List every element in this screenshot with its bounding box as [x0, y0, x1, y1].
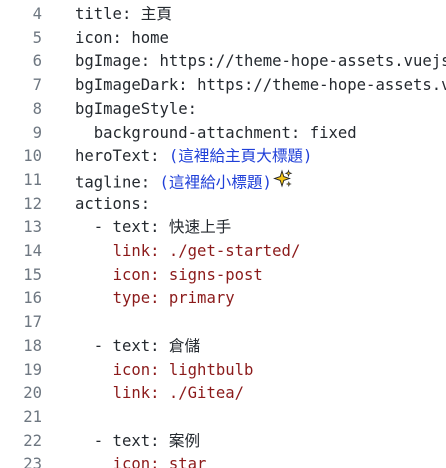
line-number: 4: [32, 5, 42, 23]
line-number: 10: [23, 147, 42, 166]
code-line[interactable]: 14 link: ./get-started/: [0, 240, 446, 264]
yaml-key: - text:: [93, 431, 169, 450]
line-number: 18: [23, 336, 42, 355]
yaml-key: heroText:: [75, 147, 169, 166]
yaml-placeholder-value: (這裡給小標題): [159, 173, 272, 192]
yaml-key: icon:: [75, 28, 132, 47]
code-text: type: primary: [75, 287, 235, 311]
yaml-nested-entry: link: ./Gitea/: [112, 384, 244, 403]
code-text: - text: 案例: [75, 430, 200, 454]
code-line[interactable]: 13 - text: 快速上手: [0, 216, 446, 240]
code-line[interactable]: 6 bgImage: https://theme-hope-assets.vuej…: [0, 50, 446, 74]
yaml-value: 主頁: [140, 5, 172, 23]
code-text: icon: star: [75, 453, 207, 468]
code-line[interactable]: 18 - text: 倉儲: [0, 335, 446, 359]
line-number: 6: [32, 52, 42, 71]
yaml-value: home: [131, 28, 169, 47]
code-text: tagline: (這裡給小標題): [75, 169, 293, 193]
line-number: 14: [23, 242, 42, 260]
code-line[interactable]: 22 - text: 案例: [0, 430, 446, 454]
line-number: 16: [23, 289, 42, 308]
line-number: 11: [23, 170, 42, 189]
line-number: 22: [23, 431, 42, 450]
code-text: bgImage: https://theme-hope-assets.vuejs…: [75, 50, 446, 74]
yaml-value: https://theme-hope-assets.vuejs.press: [159, 52, 446, 71]
code-text: icon: home: [75, 27, 169, 51]
code-text: actions:: [75, 193, 150, 217]
line-number: 21: [23, 407, 42, 426]
yaml-key: bgImageDark:: [75, 76, 198, 95]
line-number: 8: [32, 99, 42, 118]
code-line[interactable]: 16 type: primary: [0, 287, 446, 311]
code-text: bgImageStyle:: [75, 98, 197, 122]
code-line[interactable]: 21: [0, 406, 446, 430]
line-number: 20: [23, 384, 42, 403]
yaml-key: - text:: [93, 218, 169, 237]
line-number: 9: [32, 123, 42, 142]
code-text: bgImageDark: https://theme-hope-assets.v…: [75, 74, 446, 98]
yaml-placeholder-value: (這裡給主頁大標題): [168, 147, 313, 166]
code-line[interactable]: 23 icon: star: [0, 453, 446, 468]
yaml-nested-entry: type: primary: [112, 289, 235, 308]
code-line[interactable]: 12 actions:: [0, 193, 446, 217]
line-number: 12: [23, 194, 42, 213]
yaml-key: bgImage:: [75, 52, 160, 71]
yaml-value: https://theme-hope-assets.vuejs.press: [197, 76, 446, 95]
line-number: 5: [32, 28, 42, 47]
code-line[interactable]: 10 heroText: (這裡給主頁大標題): [0, 145, 446, 169]
code-line[interactable]: 17: [0, 311, 446, 335]
yaml-key: - text:: [93, 336, 169, 355]
code-line[interactable]: 8 bgImageStyle:: [0, 98, 446, 122]
code-text: icon: lightbulb: [75, 359, 254, 383]
yaml-value: fixed: [309, 123, 357, 142]
code-line[interactable]: 20 link: ./Gitea/: [0, 382, 446, 406]
code-text: title: 主頁: [75, 3, 172, 27]
code-text: heroText: (這裡給主頁大標題): [75, 145, 312, 169]
line-number: 17: [23, 313, 42, 332]
yaml-nested-entry: icon: signs-post: [112, 265, 263, 284]
line-number: 19: [23, 360, 42, 379]
code-line[interactable]: 15 icon: signs-post: [0, 264, 446, 288]
code-text: link: ./Gitea/: [75, 382, 244, 406]
yaml-nested-entry: icon: lightbulb: [112, 360, 254, 379]
code-text: background-attachment: fixed: [75, 122, 357, 146]
yaml-key: tagline:: [75, 173, 160, 192]
code-line[interactable]: 5 icon: home: [0, 27, 446, 51]
yaml-value: 快速上手: [168, 218, 232, 237]
yaml-nested-entry: link: ./get-started/: [112, 242, 301, 260]
line-number: 23: [23, 455, 42, 468]
line-number: 15: [23, 265, 42, 284]
code-line[interactable]: 11 tagline: (這裡給小標題): [0, 169, 446, 193]
yaml-key: bgImageStyle:: [75, 99, 198, 118]
code-editor[interactable]: 4 title: 主頁 5 icon: home 6 bgImage: https://t…: [0, 0, 446, 468]
yaml-nested-entry: icon: star: [112, 455, 207, 468]
sparkles-icon: [272, 169, 293, 193]
yaml-value: 倉儲: [168, 336, 201, 355]
code-text: - text: 倉儲: [75, 335, 200, 359]
yaml-key: actions:: [75, 194, 151, 213]
code-line[interactable]: 9 background-attachment: fixed: [0, 122, 446, 146]
line-number: 7: [32, 76, 42, 95]
line-number: 13: [23, 218, 42, 237]
code-text: icon: signs-post: [75, 264, 263, 288]
code-line[interactable]: 4 title: 主頁: [0, 3, 446, 27]
yaml-key: title:: [75, 5, 141, 23]
yaml-value: 案例: [168, 431, 201, 450]
code-text: link: ./get-started/: [75, 240, 301, 264]
code-text: - text: 快速上手: [75, 216, 232, 240]
code-line[interactable]: 19 icon: lightbulb: [0, 359, 446, 383]
code-line[interactable]: 7 bgImageDark: https://theme-hope-assets.…: [0, 74, 446, 98]
yaml-key: background-attachment:: [93, 123, 310, 142]
